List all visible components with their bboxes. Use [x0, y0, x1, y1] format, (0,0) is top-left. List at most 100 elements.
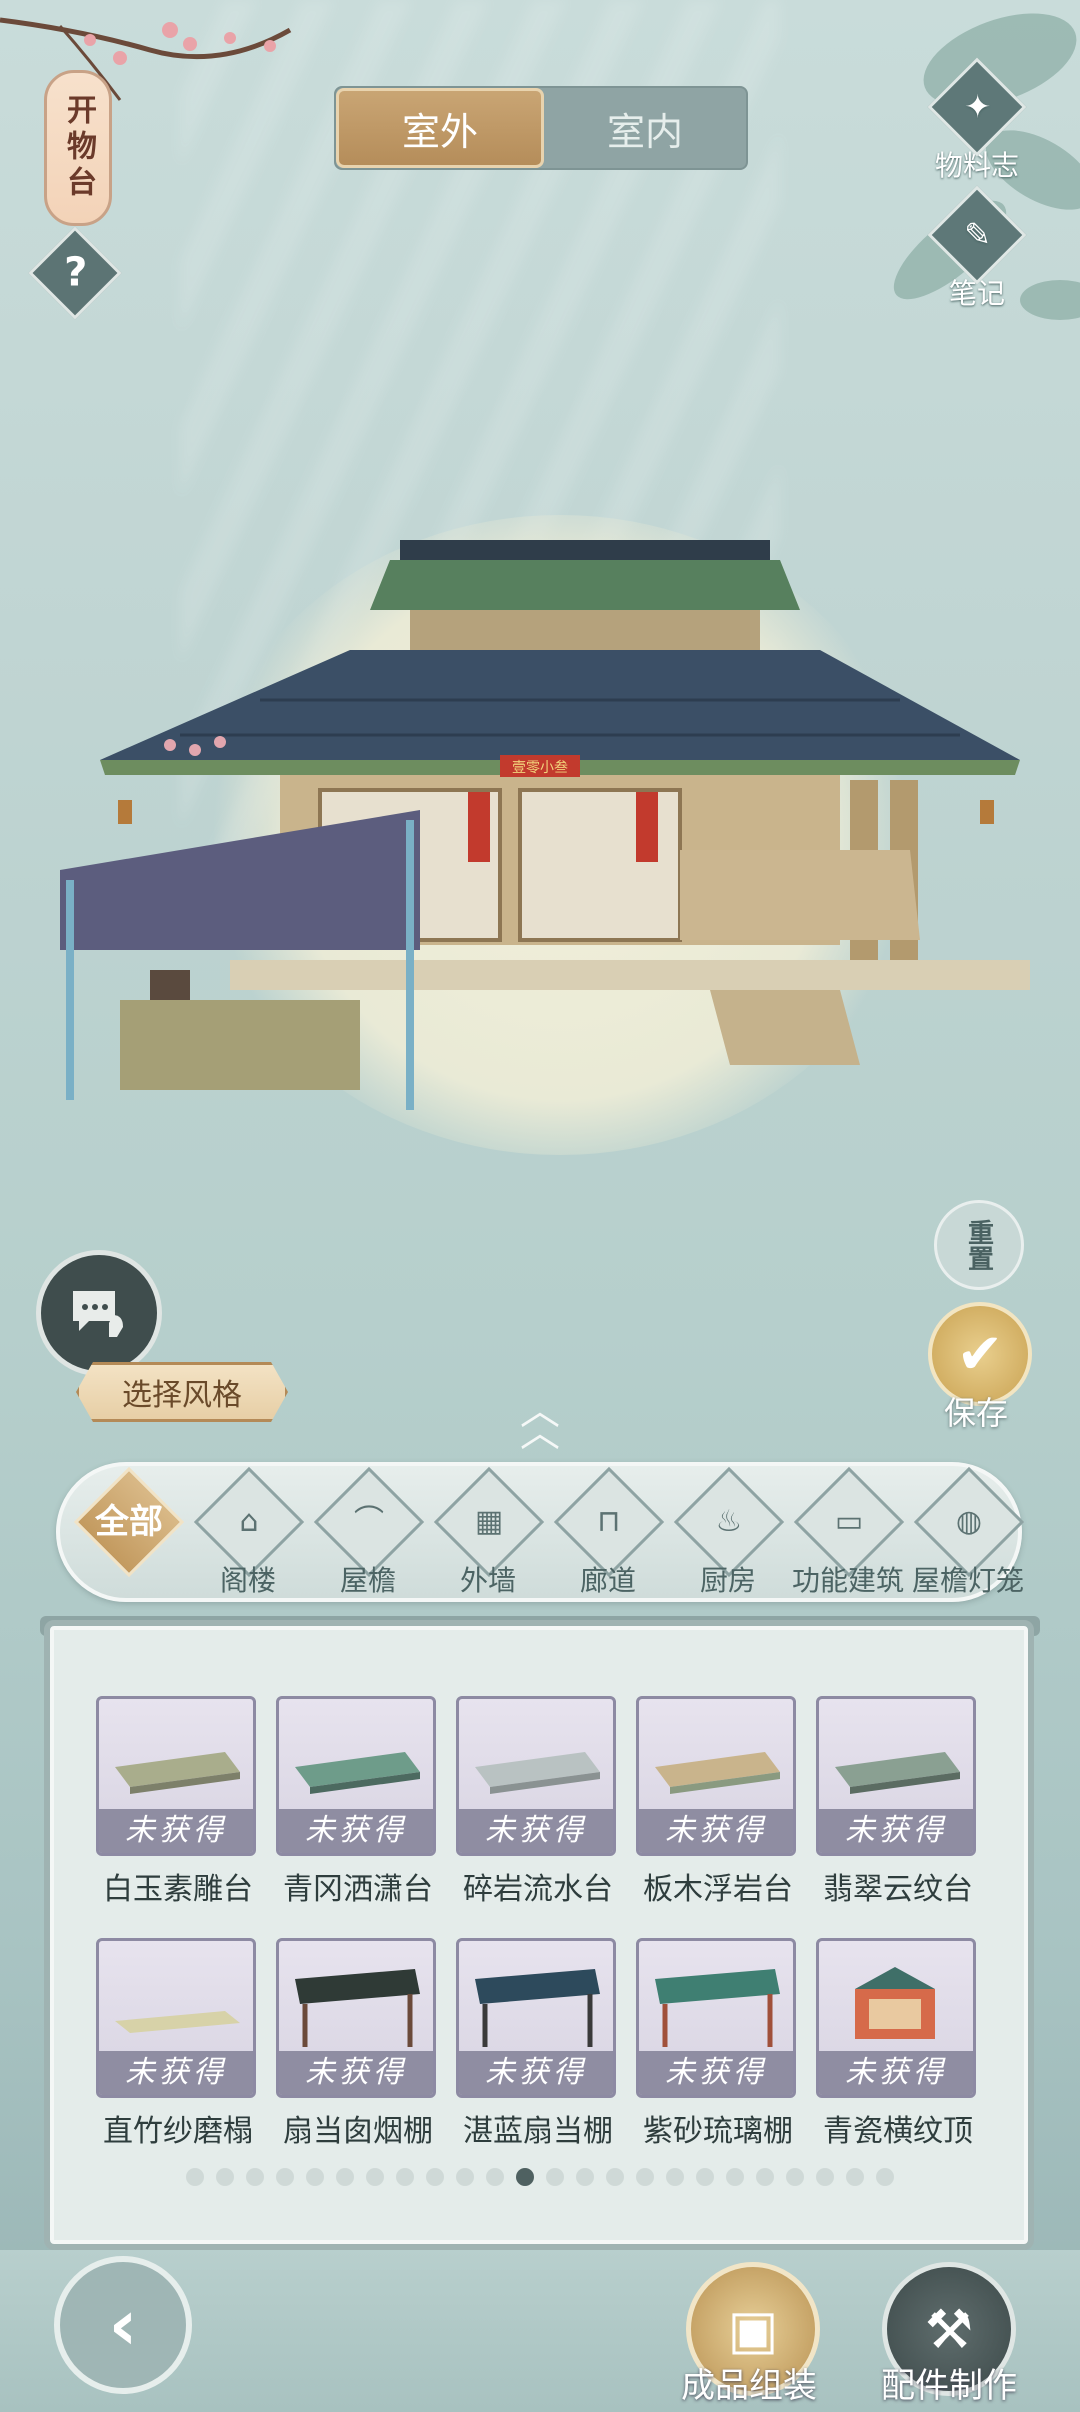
item-name: 板木浮岩台	[643, 1872, 793, 1907]
page-dot[interactable]	[216, 2168, 234, 2186]
item-thumbnail: 未获得	[96, 1696, 256, 1856]
item-thumbnail: 未获得	[96, 1938, 256, 2098]
item-name: 直竹纱磨榻	[103, 2114, 253, 2149]
category-outer-wall[interactable]: ▦ 外墙	[428, 1466, 548, 1597]
item-card[interactable]: 未获得 白玉素雕台	[96, 1696, 260, 1908]
platform-icon	[475, 1752, 600, 1794]
page-dot[interactable]	[186, 2168, 204, 2186]
page-dot[interactable]	[246, 2168, 264, 2186]
notes-button[interactable]: ✎ 笔记	[922, 185, 1032, 312]
locked-status: 未获得	[99, 1809, 253, 1853]
category-corridor[interactable]: ⊓ 廊道	[548, 1466, 668, 1597]
house-model[interactable]: 壹零小叁	[60, 520, 1030, 1120]
category-all[interactable]: 全部	[68, 1466, 188, 1597]
scene-tabs: 室外 室内	[334, 86, 748, 170]
category-eave-lantern[interactable]: ◍ 屋檐灯笼	[908, 1466, 1028, 1597]
assemble-label: 成品组装	[681, 2366, 817, 2406]
category-bar: 全部 ⌂ 阁楼 ⌒ 屋檐 ▦ 外墙 ⊓ 廊道 ♨ 厨房 ▭ 功能建筑 ◍ 屋檐灯…	[56, 1462, 1025, 1602]
item-thumbnail: 未获得	[636, 1696, 796, 1856]
locked-status: 未获得	[459, 2051, 613, 2095]
pagination-dots[interactable]	[160, 2168, 920, 2186]
checkmark-icon: ✔	[956, 1321, 1004, 1387]
category-eaves[interactable]: ⌒ 屋檐	[308, 1466, 428, 1597]
page-dot[interactable]	[576, 2168, 594, 2186]
reset-button[interactable]: 重置	[934, 1200, 1024, 1290]
boxes-icon: ▣	[727, 2297, 779, 2361]
question-icon: ?	[64, 249, 88, 296]
page-dot[interactable]	[336, 2168, 354, 2186]
craft-label: 配件制作	[881, 2366, 1017, 2406]
category-function-building[interactable]: ▭ 功能建筑	[788, 1466, 908, 1597]
item-thumbnail: 未获得	[816, 1938, 976, 2098]
item-card[interactable]: 未获得 碎岩流水台	[456, 1696, 620, 1908]
category-label: 廊道	[579, 1564, 636, 1597]
shelter-icon	[295, 1969, 420, 2047]
lantern-label: 开物台	[61, 94, 96, 202]
category-all-label: 全部	[95, 1502, 163, 1542]
item-card[interactable]: 未获得 直竹纱磨榻	[96, 1938, 260, 2150]
item-thumbnail: 未获得	[816, 1696, 976, 1856]
category-label: 厨房	[699, 1564, 756, 1597]
item-name: 青冈洒潇台	[283, 1872, 433, 1907]
item-card[interactable]: 未获得 湛蓝扇当棚	[456, 1938, 620, 2150]
attic-icon: ⌂	[239, 1504, 259, 1539]
page-dot[interactable]	[396, 2168, 414, 2186]
page-dot[interactable]	[546, 2168, 564, 2186]
page-dot[interactable]	[726, 2168, 744, 2186]
page-dot[interactable]	[636, 2168, 654, 2186]
item-card[interactable]: 未获得 翡翠云纹台	[816, 1696, 980, 1908]
category-label: 外墙	[459, 1564, 516, 1597]
item-card[interactable]: 未获得 板木浮岩台	[636, 1696, 800, 1908]
item-name: 湛蓝扇当棚	[463, 2114, 613, 2149]
item-name: 白玉素雕台	[103, 1872, 253, 1907]
page-dot[interactable]	[516, 2168, 534, 2186]
item-card[interactable]: 未获得 扇当囱烟棚	[276, 1938, 440, 2150]
item-thumbnail: 未获得	[276, 1696, 436, 1856]
category-label: 屋檐	[339, 1564, 396, 1597]
page-dot[interactable]	[666, 2168, 684, 2186]
category-label: 功能建筑	[791, 1564, 904, 1597]
platform-icon	[115, 1752, 240, 1794]
page-dot[interactable]	[876, 2168, 894, 2186]
page-dot[interactable]	[846, 2168, 864, 2186]
save-label: 保存	[943, 1394, 1008, 1432]
double-chevron-up-icon[interactable]: ︿ ︿	[508, 1391, 572, 1453]
select-style-button[interactable]: 选择风格	[76, 1362, 288, 1422]
page-dot[interactable]	[786, 2168, 804, 2186]
item-card[interactable]: 未获得 紫砂琉璃棚	[636, 1938, 800, 2150]
page-dot[interactable]	[486, 2168, 504, 2186]
pot-icon: ♨	[715, 1504, 743, 1539]
item-card[interactable]: 未获得 青瓷横纹顶	[816, 1938, 980, 2150]
item-thumbnail: 未获得	[456, 1696, 616, 1856]
chat-button[interactable]	[36, 1250, 162, 1376]
shop-plaque: 壹零小叁	[512, 759, 568, 776]
page-dot[interactable]	[606, 2168, 624, 2186]
platform-icon	[835, 1752, 960, 1794]
category-kitchen[interactable]: ♨ 厨房	[668, 1466, 788, 1597]
tab-indoor[interactable]: 室内	[544, 88, 746, 168]
back-button[interactable]: ‹	[54, 2256, 192, 2394]
item-card[interactable]: 未获得 青冈洒潇台	[276, 1696, 440, 1908]
page-dot[interactable]	[456, 2168, 474, 2186]
kaiwutai-lantern-button[interactable]: 开物台	[44, 70, 112, 226]
page-dot[interactable]	[306, 2168, 324, 2186]
lantern-icon: ◍	[955, 1504, 983, 1539]
tab-outdoor[interactable]: 室外	[336, 88, 544, 168]
locked-status: 未获得	[819, 1809, 973, 1853]
item-thumbnail: 未获得	[276, 1938, 436, 2098]
help-button[interactable]: ?	[28, 226, 122, 320]
page-dot[interactable]	[276, 2168, 294, 2186]
item-name: 碎岩流水台	[463, 1872, 613, 1907]
locked-status: 未获得	[279, 2051, 433, 2095]
platform-icon	[655, 1752, 780, 1794]
page-dot[interactable]	[816, 2168, 834, 2186]
hanging-leaves-decoration	[893, 13, 1080, 320]
page-dot[interactable]	[366, 2168, 384, 2186]
shelter-icon	[655, 1969, 780, 2047]
page-dot[interactable]	[426, 2168, 444, 2186]
note-icon: ✎	[927, 185, 1027, 285]
page-dot[interactable]	[696, 2168, 714, 2186]
materials-button[interactable]: ✦ 物料志	[922, 57, 1032, 184]
page-dot[interactable]	[756, 2168, 774, 2186]
category-attic[interactable]: ⌂ 阁楼	[188, 1466, 308, 1597]
